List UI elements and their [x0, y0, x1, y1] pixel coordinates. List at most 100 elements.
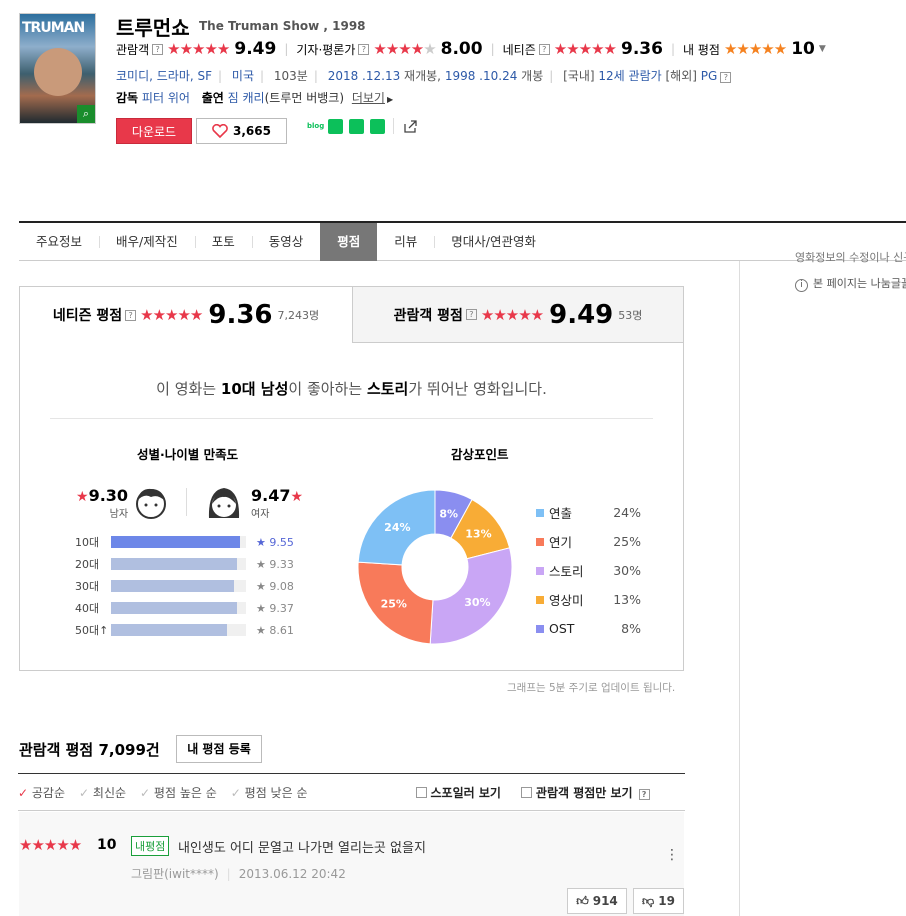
edit-notice[interactable]: 영화정보의 수정이나 신규	[795, 249, 906, 265]
heart-icon	[212, 124, 228, 138]
age-bar	[111, 580, 246, 592]
divider	[393, 118, 394, 134]
netizen-stars: ★★★★★	[140, 306, 203, 324]
sort-label: 평점 낮은 순	[244, 785, 308, 800]
sort-latest[interactable]: ✓ 최신순	[79, 784, 140, 801]
audience-only-checkbox[interactable]: 관람객 평점만 보기?	[520, 784, 654, 801]
grade-overseas[interactable]: PG	[701, 69, 718, 83]
age-label: 40대	[75, 602, 100, 615]
download-button[interactable]: 다운로드	[116, 118, 192, 144]
sort-low[interactable]: ✓ 평점 낮은 순	[231, 784, 322, 801]
cast-link[interactable]: 짐 캐리	[228, 91, 265, 105]
points-donut-chart: 8% 13% 30% 25% 24%	[357, 489, 513, 645]
check-icon: ✓	[140, 785, 151, 800]
score-critic: 8.00	[440, 39, 483, 59]
legend-value: 24%	[613, 505, 641, 520]
checkbox[interactable]	[520, 786, 532, 798]
legend-value: 13%	[613, 592, 641, 607]
tab-video[interactable]: 동영상	[251, 223, 321, 261]
stars-mine[interactable]: ★★★★★	[724, 40, 787, 58]
chevron-down-icon[interactable]: ▼	[819, 44, 826, 54]
check-icon: ✓	[79, 785, 90, 800]
review-user[interactable]: 그림판(iwit****)	[131, 867, 219, 881]
legend-swatch	[536, 508, 544, 517]
director-link[interactable]: 피터 위어	[142, 91, 190, 105]
help-icon[interactable]: ?	[152, 43, 164, 55]
star-icon: ★	[290, 489, 304, 505]
memo-share-icon[interactable]	[370, 118, 385, 134]
bookmark-share-icon[interactable]	[349, 118, 364, 134]
main-tabs: 주요정보 배우/제작진 포토 동영상 평점 리뷰 명대사/연관영화	[19, 222, 906, 261]
tab-cast-crew[interactable]: 배우/제작진	[99, 223, 195, 261]
male-score: 9.30	[88, 486, 129, 505]
donut-label: 25%	[381, 597, 407, 610]
donut-label: 13%	[465, 527, 491, 540]
grade-kr[interactable]: 12세 관람가	[598, 69, 661, 83]
legend-item: 영상미 13%	[536, 585, 641, 614]
country-link[interactable]: 미국	[232, 69, 254, 83]
like-review-count: 914	[592, 894, 618, 908]
age-bar-fill	[111, 558, 237, 570]
tab-audience-rating[interactable]: 관람객 평점? ★★★★★ 9.49 53명	[352, 287, 683, 343]
share-icon[interactable]	[402, 119, 418, 133]
female-score: 9.47	[251, 486, 291, 505]
age-bar	[111, 558, 246, 570]
help-icon[interactable]: ?	[638, 788, 650, 800]
help-icon[interactable]: ?	[358, 43, 370, 55]
cast-role: (트루먼 버뱅크)	[264, 91, 345, 105]
like-review-button[interactable]: 👍︎ 914	[567, 888, 627, 914]
tab-photo[interactable]: 포토	[194, 223, 252, 261]
male-label: 남자	[109, 509, 129, 520]
chevron-right-icon: ▶	[386, 95, 394, 104]
font-notice-text: 본 페이지는 나눔글꼴	[813, 277, 906, 290]
help-icon[interactable]: ?	[125, 309, 137, 321]
sort-sympathy[interactable]: ✓ 공감순	[18, 784, 79, 801]
audience-score: 9.49	[549, 299, 614, 330]
legend-item: 연출 24%	[536, 498, 641, 527]
help-icon[interactable]: ?	[465, 309, 477, 320]
release-date[interactable]: 1998 .10.24	[445, 69, 518, 83]
legend-label: 연기	[549, 535, 573, 550]
sidebar-divider	[739, 261, 740, 916]
review-meta: 그림판(iwit****) | 2013.06.12 20:42	[131, 867, 346, 881]
checkbox[interactable]	[415, 786, 427, 798]
release-date-re[interactable]: 2018 .12.13	[328, 69, 401, 83]
tab-netizen-rating[interactable]: 네티즌 평점? ★★★★★ 9.36 7,243명	[20, 287, 352, 343]
audience-only-label: 관람객 평점만 보기	[535, 785, 633, 800]
more-options-icon[interactable]: ⋮	[665, 847, 679, 863]
help-icon[interactable]: ?	[720, 72, 732, 83]
help-icon[interactable]: ?	[538, 43, 550, 55]
gender-age-title: 성별·나이별 만족도	[137, 447, 239, 462]
sort-high[interactable]: ✓ 평점 높은 순	[140, 784, 231, 801]
age-bars: 10대 ★ 9.55 20대 ★ 9.33 30대 ★ 9.08 40대 ★ 9.37 50대↑…	[75, 531, 294, 641]
like-button[interactable]: 3,665	[196, 118, 287, 144]
more-link[interactable]: 더보기	[352, 91, 385, 105]
legend-swatch	[536, 595, 544, 604]
tab-main-info[interactable]: 주요정보	[19, 223, 99, 261]
age-score: 9.55	[269, 535, 294, 549]
poster-title-text: TRUMAN	[22, 20, 85, 36]
genre-link[interactable]: 코미디, 드라마, SF	[116, 69, 212, 83]
tab-rating[interactable]: 평점	[320, 222, 378, 261]
spoiler-checkbox[interactable]: 스포일러 보기	[415, 784, 501, 801]
font-notice: i 본 페이지는 나눔글꼴	[795, 275, 906, 292]
score-mine: 10	[791, 39, 815, 59]
male-score-block: ★9.30 남자	[76, 486, 128, 520]
score-audience: 9.49	[234, 39, 277, 59]
tab-review[interactable]: 리뷰	[377, 223, 434, 261]
age-score: 9.33	[269, 557, 294, 571]
sort-label: 공감순	[31, 785, 66, 800]
poster-face-image	[34, 48, 82, 96]
star-icon: ★	[76, 489, 89, 505]
dislike-review-button[interactable]: 👎︎ 19	[633, 888, 684, 914]
netizen-count: 7,243명	[277, 309, 320, 322]
blog-share-icon[interactable]: blog	[307, 118, 324, 134]
band-share-icon[interactable]	[328, 118, 343, 134]
tab-quotes-related[interactable]: 명대사/연관영화	[434, 223, 553, 261]
summary-text: 이 영화는	[156, 380, 221, 398]
zoom-icon[interactable]: ⌕	[77, 105, 95, 123]
register-rating-button[interactable]: 내 평점 등록	[176, 735, 262, 763]
movie-poster[interactable]: TRUMAN ⌕	[19, 13, 96, 124]
director-label: 감독	[116, 91, 139, 105]
audience-count: 53명	[618, 308, 643, 322]
